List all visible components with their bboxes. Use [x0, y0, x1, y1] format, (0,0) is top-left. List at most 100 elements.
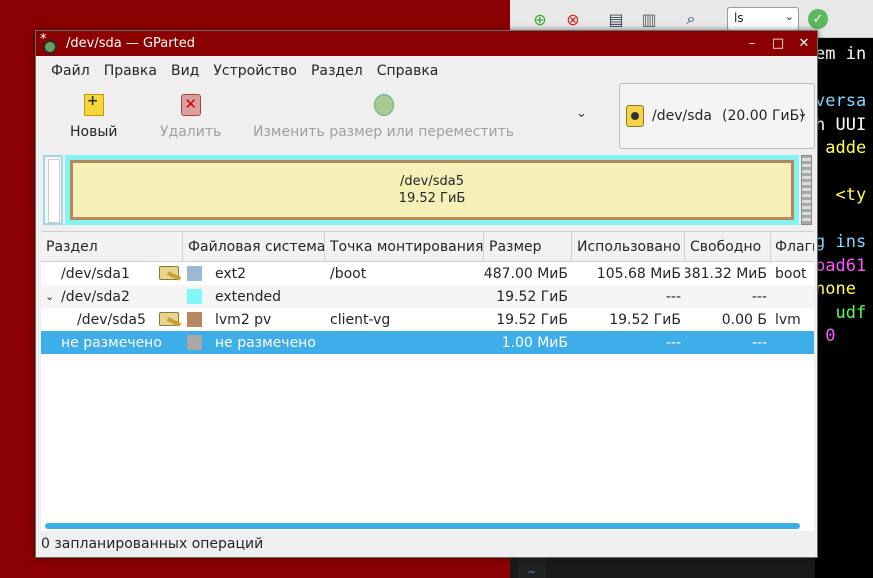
filesystem-color-swatch	[187, 335, 202, 350]
column-header-size[interactable]: Размер	[484, 232, 572, 261]
mounted-key-icon	[159, 310, 181, 328]
toolbar-overflow-icon[interactable]: ⌄	[576, 106, 587, 121]
gparted-window: /dev/sda — GParted – □ ✕ Файл Правка Вид…	[35, 30, 818, 558]
terminal-line: adde	[815, 138, 867, 158]
resize-button-label: Изменить размер или переместить	[253, 124, 515, 140]
resize-move-button[interactable]: Изменить размер или переместить	[253, 94, 514, 140]
disk-map-sda5[interactable]: /dev/sda5 19.52 ГиБ	[70, 160, 794, 220]
filesystem-cell: не размечено	[183, 331, 325, 354]
partition-name: /dev/sda5	[77, 311, 146, 328]
partition-name: /dev/sda2	[61, 288, 130, 305]
flags-cell	[771, 285, 814, 308]
menu-view[interactable]: Вид	[164, 63, 206, 79]
table-row[interactable]: /dev/sda5 lvm2 pv client-vg 19.52 ГиБ 19…	[41, 308, 814, 331]
used-cell: 105.68 МиБ	[596, 265, 681, 282]
mountpoint-cell	[325, 331, 484, 354]
copy-icon[interactable]: ▤	[604, 8, 628, 30]
menu-device[interactable]: Устройство	[206, 63, 304, 79]
used-cell: 19.52 ГиБ	[609, 311, 681, 328]
maximize-button[interactable]: □	[765, 31, 791, 56]
filesystem-cell: lvm2 pv	[183, 308, 325, 331]
mountpoint-cell: client-vg	[330, 311, 391, 328]
paste-icon[interactable]: ▥	[637, 8, 661, 30]
new-partition-button[interactable]: Новый	[70, 93, 118, 140]
add-icon[interactable]: ⊕	[528, 8, 552, 30]
menu-help[interactable]: Справка	[370, 63, 446, 79]
hard-disk-icon	[626, 105, 644, 127]
delete-icon: ✕	[180, 94, 201, 116]
used-cell: ---	[665, 334, 681, 351]
gparted-app-icon	[40, 32, 58, 54]
column-header-filesystem[interactable]: Файловая система	[183, 232, 325, 261]
table-row[interactable]: /dev/sda1 ext2 /boot 487.00 МиБ 105.68 М…	[41, 262, 814, 285]
status-bar: 0 запланированных операций	[41, 536, 264, 552]
expander-icon[interactable]: ⌄	[45, 290, 59, 303]
free-cell: 381.32 МиБ	[685, 265, 767, 282]
column-header-partition[interactable]: Раздел	[41, 232, 183, 261]
free-cell: ---	[751, 334, 767, 351]
confirm-icon[interactable]: ✓	[808, 9, 828, 29]
terminal-line: versa	[815, 91, 867, 111]
background-terminal[interactable]: em in versa h UUI adde <ty g ins bad61 none…	[815, 38, 873, 578]
filesystem-name: не размечено	[215, 334, 316, 351]
terminal-line: 0	[815, 326, 836, 346]
table-row[interactable]: ⌄ /dev/sda2 extended 19.52 ГиБ --- ---	[41, 285, 814, 308]
chevron-down-icon: ⌄	[797, 106, 808, 121]
menu-file[interactable]: Файл	[44, 63, 97, 79]
partition-name: /dev/sda1	[61, 265, 130, 282]
flags-cell: lvm	[775, 311, 801, 328]
terminal-line: bad61	[815, 255, 867, 276]
menu-partition[interactable]: Раздел	[304, 63, 370, 79]
column-header-flags[interactable]: Флаги	[771, 232, 814, 261]
background-combo-value: ls	[734, 11, 744, 25]
background-combo[interactable]: ls ⌄	[727, 7, 799, 31]
filesystem-color-swatch	[187, 266, 202, 281]
scrollbar-thumb[interactable]	[45, 523, 800, 529]
title-bar[interactable]: /dev/sda — GParted – □ ✕	[36, 31, 817, 56]
disk-map-extended[interactable]: /dev/sda5 19.52 ГиБ	[65, 155, 799, 225]
device-selector[interactable]: /dev/sda (20.00 ГиБ) ⌄	[619, 83, 815, 149]
disk-map-unallocated[interactable]	[801, 155, 812, 225]
gutter-tilde: ~	[528, 565, 536, 578]
table-row-selected[interactable]: не размечено не размечено 1.00 МиБ --- -…	[41, 331, 814, 354]
filesystem-cell: extended	[183, 285, 325, 308]
terminal-line: h UUI	[815, 114, 867, 135]
minimize-button[interactable]: –	[739, 31, 765, 56]
terminal-line: <ty	[815, 185, 867, 205]
column-header-mountpoint[interactable]: Точка монтирования	[325, 232, 484, 261]
remove-icon[interactable]: ⊗	[561, 8, 585, 30]
horizontal-scrollbar[interactable]	[41, 520, 814, 531]
disk-map-partition-size: 19.52 ГиБ	[398, 191, 466, 206]
filesystem-name: ext2	[215, 265, 247, 282]
filesystem-color-swatch	[187, 289, 202, 304]
window-title: /dev/sda — GParted	[66, 36, 195, 51]
partition-cell: /dev/sda5	[41, 308, 183, 331]
mountpoint-cell	[325, 285, 484, 308]
size-cell: 19.52 ГиБ	[496, 311, 568, 328]
new-icon	[83, 93, 104, 116]
partition-cell: /dev/sda1	[41, 262, 183, 285]
delete-button-label: Удалить	[160, 124, 222, 140]
mounted-key-icon	[159, 264, 181, 282]
column-header-free[interactable]: Свободно	[685, 232, 771, 261]
menu-edit[interactable]: Правка	[97, 63, 164, 79]
size-cell: 19.52 ГиБ	[496, 288, 568, 305]
disk-map-sda1[interactable]	[43, 155, 63, 225]
filesystem-cell: ext2	[183, 262, 325, 285]
terminal-line: udf	[815, 302, 867, 323]
size-cell: 1.00 МиБ	[501, 334, 568, 351]
close-button[interactable]: ✕	[791, 31, 817, 56]
partition-name: не размечено	[61, 334, 162, 351]
used-cell: ---	[665, 288, 681, 305]
column-header-used[interactable]: Использовано	[572, 232, 685, 261]
resize-icon	[373, 94, 394, 116]
partition-cell: не размечено	[41, 331, 183, 354]
terminal-line: g ins	[815, 232, 867, 252]
delete-partition-button[interactable]: ✕ Удалить	[160, 94, 221, 140]
search-icon[interactable]: ⌕	[679, 8, 703, 30]
chevron-down-icon: ⌄	[784, 10, 794, 23]
device-name: /dev/sda	[652, 108, 712, 124]
table-header: Раздел Файловая система Точка монтирован…	[41, 232, 814, 262]
device-size: (20.00 ГиБ)	[721, 108, 805, 124]
